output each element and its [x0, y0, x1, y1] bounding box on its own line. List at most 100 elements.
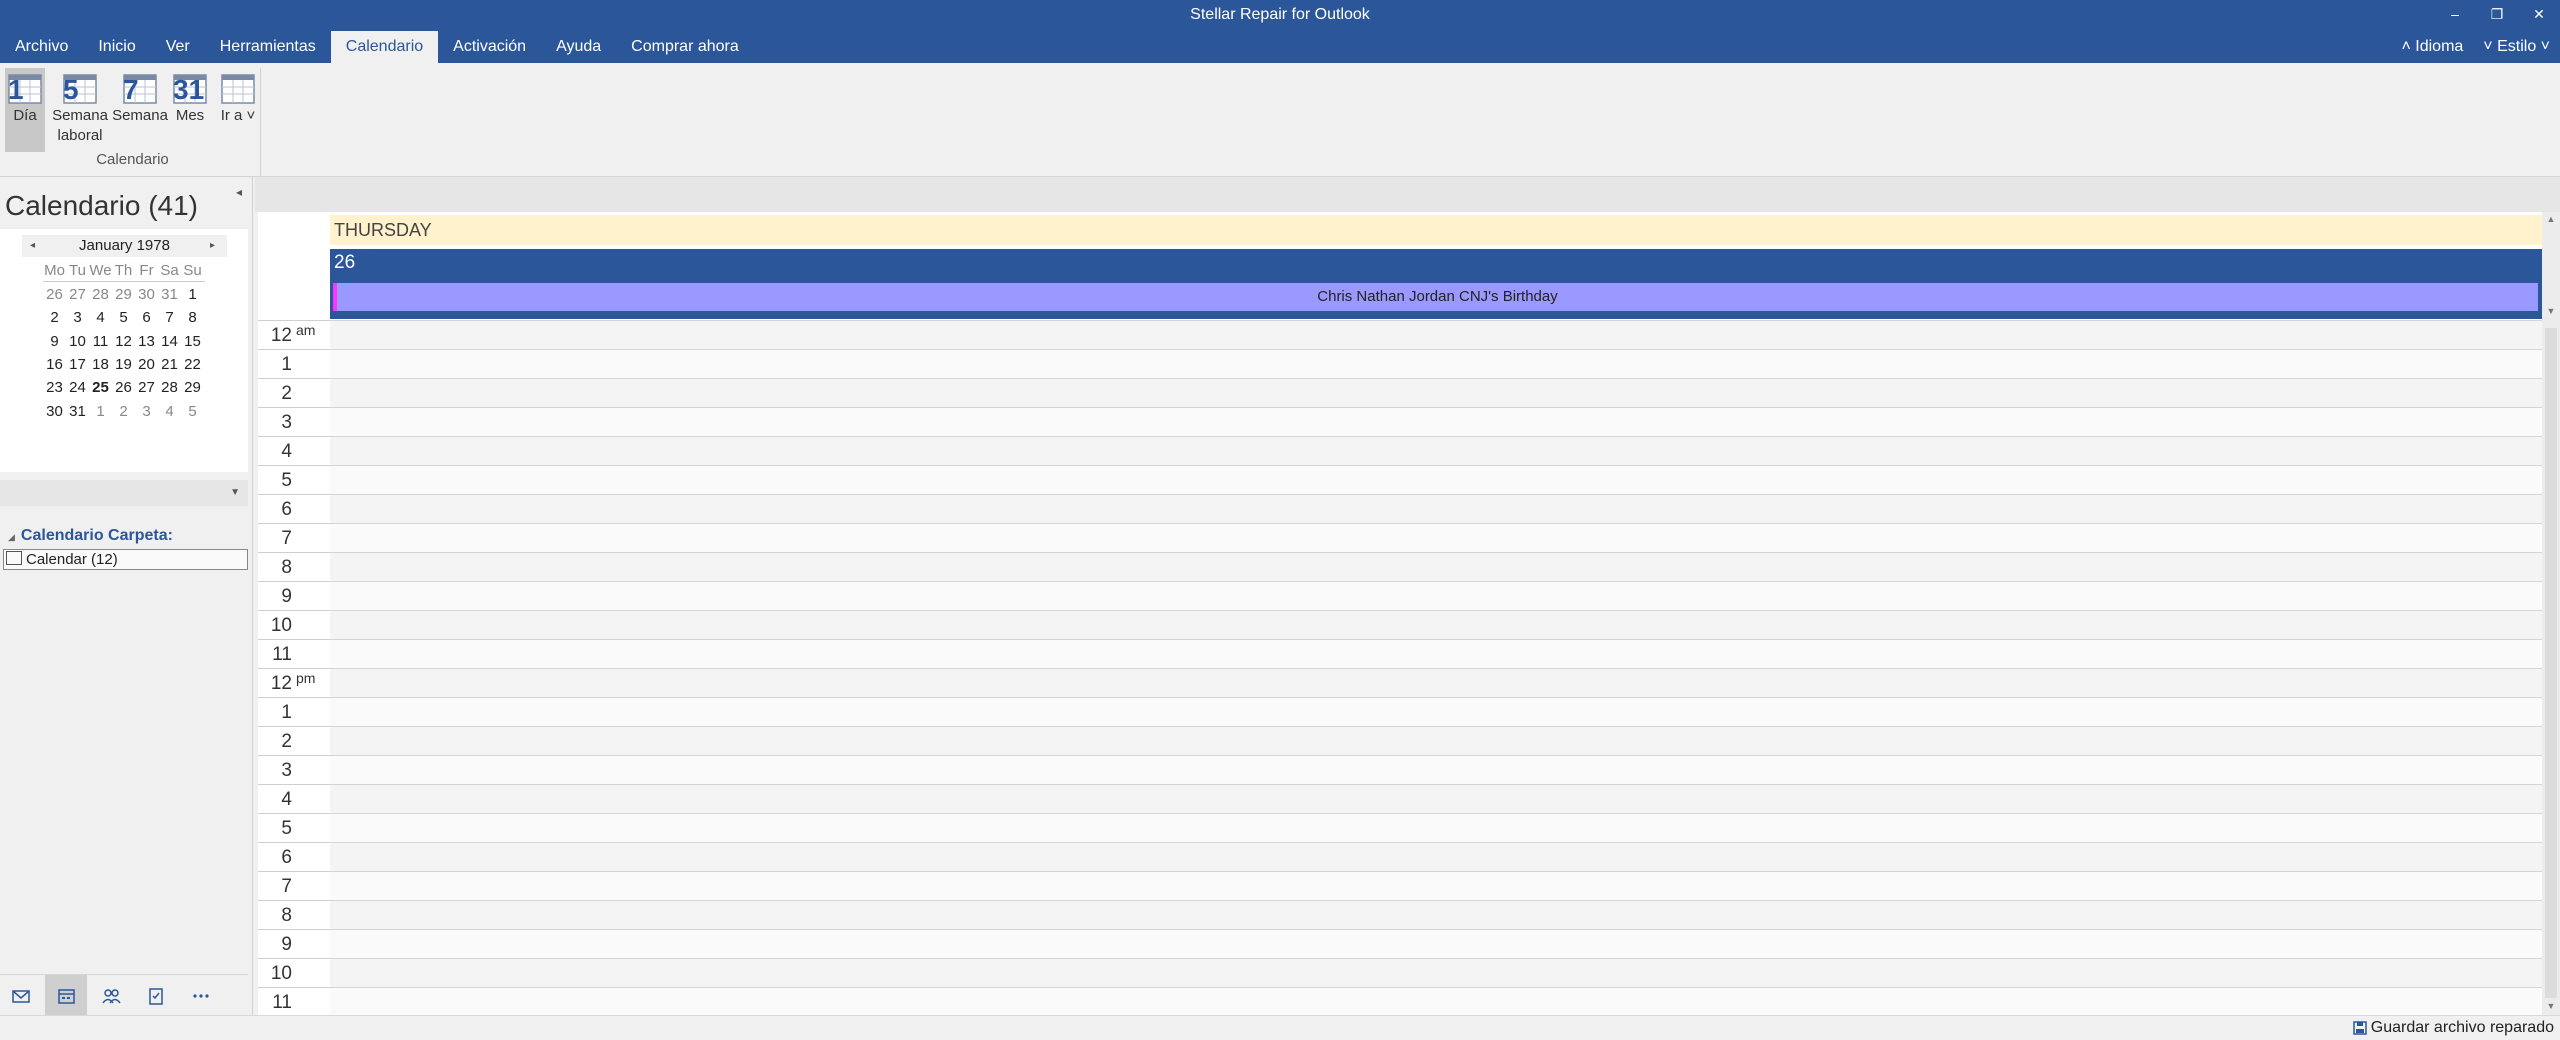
time-slot[interactable] [330, 378, 2542, 407]
mini-calendar-day[interactable]: 9 [43, 330, 66, 353]
mini-calendar-day[interactable]: 3 [135, 400, 158, 423]
mini-calendar-day[interactable]: 4 [89, 306, 112, 329]
mini-calendar-day[interactable]: 6 [135, 306, 158, 329]
time-slot[interactable] [330, 726, 2542, 755]
scroll-thumb[interactable] [2545, 328, 2557, 998]
expand-triangle-icon[interactable]: ◢ [8, 532, 15, 542]
mini-calendar-day[interactable]: 16 [43, 353, 66, 376]
time-slot[interactable] [330, 987, 2542, 1016]
time-slot[interactable] [330, 552, 2542, 581]
mini-calendar-day[interactable]: 22 [181, 353, 204, 376]
time-slot[interactable] [330, 755, 2542, 784]
time-slot[interactable] [330, 697, 2542, 726]
menu-tab-calendario[interactable]: Calendario [330, 31, 439, 63]
mini-calendar-day[interactable]: 25 [89, 376, 112, 399]
ribbon-button-week-view[interactable]: 7 Semana [112, 68, 168, 152]
time-slot[interactable] [330, 958, 2542, 987]
mini-calendar-day[interactable]: 26 [112, 376, 135, 399]
time-slot[interactable] [330, 320, 2542, 349]
close-button[interactable]: ✕ [2518, 0, 2560, 28]
mini-calendar-day[interactable]: 20 [135, 353, 158, 376]
mini-calendar-day[interactable]: 2 [43, 306, 66, 329]
time-slot[interactable] [330, 523, 2542, 552]
mini-calendar-day[interactable]: 18 [89, 353, 112, 376]
mini-calendar-day[interactable]: 13 [135, 330, 158, 353]
mini-calendar-day[interactable]: 15 [181, 330, 204, 353]
mini-calendar-day[interactable]: 31 [158, 283, 181, 306]
time-slot[interactable] [330, 639, 2542, 668]
mini-calendar-day[interactable]: 23 [43, 376, 66, 399]
folder-item-calendar[interactable]: Calendar (12) [3, 549, 248, 570]
mini-calendar-day[interactable]: 19 [112, 353, 135, 376]
mini-calendar-day[interactable]: 12 [112, 330, 135, 353]
nav-more-button[interactable] [180, 975, 222, 1017]
menu-tab-inicio[interactable]: Inicio [83, 31, 150, 63]
time-slot[interactable] [330, 494, 2542, 523]
menu-tab-archivo[interactable]: Archivo [0, 31, 83, 63]
collapse-pane-icon[interactable]: ◂ [236, 185, 242, 199]
ribbon-button-month-view[interactable]: 31 Mes [170, 68, 210, 152]
mini-calendar-day[interactable]: 4 [158, 400, 181, 423]
time-slot[interactable] [330, 407, 2542, 436]
mini-calendar-day[interactable]: 5 [112, 306, 135, 329]
time-slot[interactable] [330, 436, 2542, 465]
scroll-down-small-icon[interactable]: ▼ [2542, 306, 2560, 316]
nav-mail-button[interactable] [0, 975, 42, 1017]
menu-tab-ver[interactable]: Ver [151, 31, 205, 63]
mini-calendar-day[interactable]: 1 [181, 283, 204, 306]
minimize-button[interactable]: – [2434, 0, 2476, 28]
scroll-up-icon[interactable]: ▲ [2542, 214, 2560, 224]
time-slot[interactable] [330, 581, 2542, 610]
mini-calendar-day[interactable]: 10 [66, 330, 89, 353]
nav-people-button[interactable] [90, 975, 132, 1017]
mini-calendar-day[interactable]: 5 [181, 400, 204, 423]
mini-calendar-day[interactable]: 27 [135, 376, 158, 399]
mini-calendar-day[interactable]: 2 [112, 400, 135, 423]
mini-calendar-day[interactable]: 26 [43, 283, 66, 306]
menu-tab-activaci-n[interactable]: Activación [438, 31, 541, 63]
time-slot[interactable] [330, 813, 2542, 842]
ribbon-button-work-week-view[interactable]: 5 Semana laboral [51, 68, 109, 152]
mini-calendar-day[interactable]: 14 [158, 330, 181, 353]
time-slot[interactable] [330, 784, 2542, 813]
mini-calendar-day[interactable]: 3 [66, 306, 89, 329]
mini-calendar-day[interactable]: 30 [43, 400, 66, 423]
chevron-down-icon[interactable]: ▼ [230, 487, 240, 498]
mini-calendar-day[interactable]: 17 [66, 353, 89, 376]
ribbon-button-day-view[interactable]: 1 Día [5, 68, 45, 152]
time-slot[interactable] [330, 465, 2542, 494]
save-repaired-button[interactable]: Guardar archivo reparado [2353, 1019, 2554, 1037]
all-day-event[interactable]: Chris Nathan Jordan CNJ's Birthday [333, 283, 2538, 311]
time-slot[interactable] [330, 610, 2542, 639]
time-slot[interactable] [330, 349, 2542, 378]
mini-calendar-day[interactable]: 27 [66, 283, 89, 306]
time-slot[interactable] [330, 668, 2542, 697]
mini-calendar-day[interactable]: 8 [181, 306, 204, 329]
prev-month-icon[interactable]: ◂ [30, 235, 35, 257]
menu-tab-ayuda[interactable]: Ayuda [541, 31, 616, 63]
restore-button[interactable]: ❐ [2476, 0, 2518, 28]
mini-calendar-day[interactable]: 7 [158, 306, 181, 329]
time-slot[interactable] [330, 929, 2542, 958]
menu-tab-comprar-ahora[interactable]: Comprar ahora [616, 31, 754, 63]
menu-tab-herramientas[interactable]: Herramientas [205, 31, 331, 63]
mini-calendar-day[interactable]: 29 [181, 376, 204, 399]
mini-calendar-day[interactable]: 21 [158, 353, 181, 376]
mini-calendar-day[interactable]: 30 [135, 283, 158, 306]
mini-calendar-day[interactable]: 24 [66, 376, 89, 399]
mini-calendar-day[interactable]: 11 [89, 330, 112, 353]
scroll-down-icon[interactable]: ▼ [2542, 1001, 2560, 1011]
mini-calendar-day[interactable]: 28 [158, 376, 181, 399]
time-slot[interactable] [330, 871, 2542, 900]
nav-calendar-button[interactable] [45, 975, 87, 1017]
nav-tasks-button[interactable] [135, 975, 177, 1017]
mini-calendar-day[interactable]: 31 [66, 400, 89, 423]
time-slot[interactable] [330, 842, 2542, 871]
style-menu[interactable]: ˅ Estilo ˅ [2483, 38, 2550, 56]
vertical-scrollbar[interactable]: ▲ ▼ ▼ [2542, 212, 2560, 1015]
next-month-icon[interactable]: ▸ [210, 235, 215, 257]
mini-calendar-day[interactable]: 28 [89, 283, 112, 306]
mini-calendar-day[interactable]: 1 [89, 400, 112, 423]
language-menu[interactable]: ˄ Idioma [2401, 38, 2463, 56]
mini-calendar-day[interactable]: 29 [112, 283, 135, 306]
